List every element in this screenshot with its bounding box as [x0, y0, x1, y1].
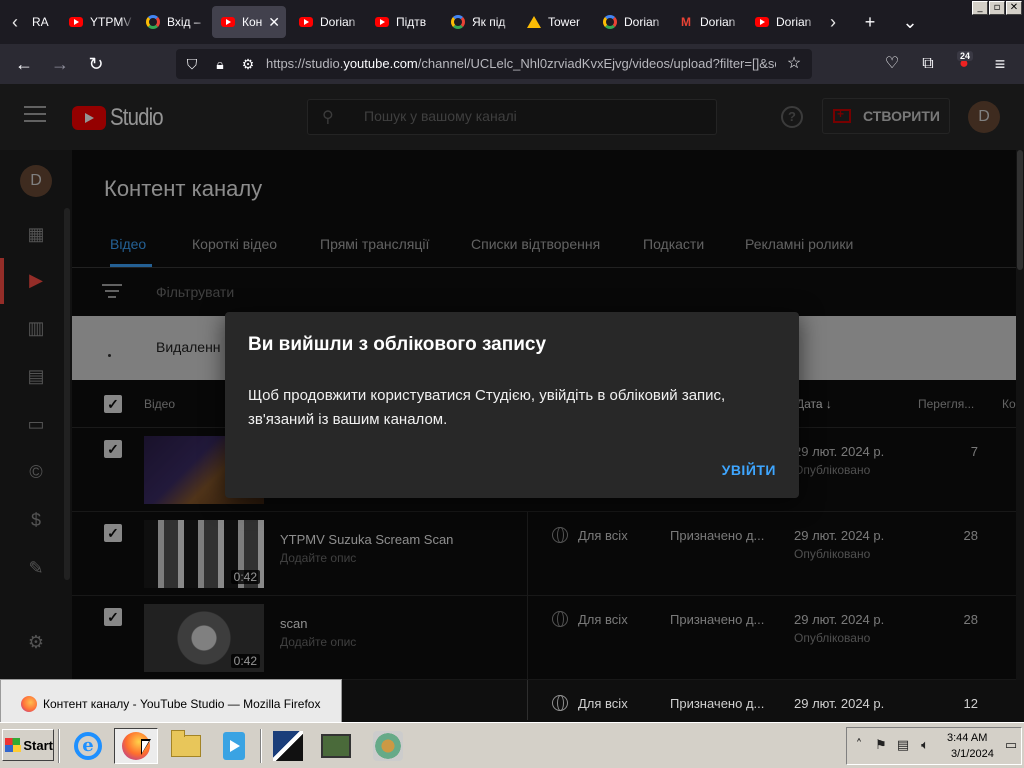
- browser-tab[interactable]: M Dorian: [670, 6, 742, 38]
- youtube-icon: [298, 14, 314, 30]
- url-text[interactable]: https://studio.youtube.com/channel/UCLel…: [266, 56, 776, 71]
- vegas-icon[interactable]: [266, 728, 310, 764]
- chevron-right-icon[interactable]: ›: [822, 8, 844, 36]
- browser-tab[interactable]: Dorian: [594, 6, 666, 38]
- window-controls: _ ▫ ✕: [972, 1, 1022, 15]
- extensions-icon[interactable]: ⧉: [914, 50, 942, 78]
- browser-tab-title: Dorian: [700, 15, 736, 29]
- lock-icon[interactable]: 🔒︎: [210, 54, 230, 74]
- clock-date[interactable]: 3/1/2024: [951, 748, 994, 760]
- back-arrow-icon[interactable]: ←: [10, 50, 38, 78]
- browser-tab-title: Підтв: [396, 15, 427, 29]
- taskbar: Start e ˄ ⚑ ▤ 🔈︎ 3:44 AM 3/1/2024 ▭: [0, 722, 1024, 768]
- browser-tab-title: Dorian: [320, 15, 356, 29]
- browser-tab[interactable]: Вхід –: [137, 6, 209, 38]
- firefox-icon: [21, 696, 37, 712]
- browser-tab-title: Вхід –: [167, 15, 201, 29]
- browser-tab-bar: ‹ RA YTPMV Вхід – Кон ✕ Dorian Підтв Як під Towe…: [0, 0, 1024, 44]
- mouse-cursor: [141, 739, 151, 755]
- internet-explorer-icon[interactable]: e: [66, 728, 110, 764]
- browser-tab-title: RA: [32, 15, 49, 29]
- media-player-icon[interactable]: [212, 728, 256, 764]
- volume-muted-icon[interactable]: 🔈︎: [917, 738, 933, 754]
- browser-nav-bar: ← → ↻ ⛉ 🔒︎ ⚙ https://studio.youtube.com/…: [0, 44, 1024, 84]
- clock-time[interactable]: 3:44 AM: [947, 732, 987, 744]
- taskbar-separator: [260, 729, 262, 763]
- video-visibility[interactable]: Для всіх: [578, 696, 628, 711]
- network-icon[interactable]: ▤: [895, 738, 911, 754]
- bookmark-star-icon[interactable]: ☆: [784, 54, 804, 74]
- gmail-icon: M: [681, 15, 691, 29]
- browser-tab[interactable]: Кон ✕: [212, 6, 286, 38]
- browser-tab-title: YTPMV: [90, 15, 132, 29]
- google-icon: [145, 14, 161, 30]
- youtube-icon: [68, 14, 84, 30]
- firefox-taskbar-icon[interactable]: [114, 728, 158, 764]
- browser-tab[interactable]: Підтв: [366, 6, 438, 38]
- shield-icon[interactable]: ⛉: [182, 54, 202, 74]
- youtube-icon: [374, 14, 390, 30]
- browser-tab-title: Dorian: [624, 15, 660, 29]
- minimize-button[interactable]: _: [972, 1, 988, 15]
- taskbar-window-tooltip[interactable]: Контент каналу - YouTube Studio — Mozill…: [0, 679, 342, 723]
- new-tab-icon[interactable]: +: [856, 8, 884, 36]
- google-icon: [602, 14, 618, 30]
- youtube-icon: [220, 14, 236, 30]
- browser-tab-title: Як під: [472, 15, 506, 29]
- sign-in-button[interactable]: УВІЙТИ: [722, 462, 776, 478]
- show-desktop-icon[interactable]: ▭: [1003, 738, 1019, 754]
- video-views: 12: [963, 696, 978, 711]
- google-drive-icon: [526, 14, 542, 30]
- start-label: Start: [23, 737, 53, 753]
- forward-arrow-icon[interactable]: →: [46, 50, 74, 78]
- pocket-icon[interactable]: ♡: [878, 50, 906, 78]
- youtube-icon: [754, 14, 770, 30]
- menu-icon[interactable]: ≡: [986, 50, 1014, 78]
- browser-tab[interactable]: Dorian: [290, 6, 362, 38]
- file-explorer-icon[interactable]: [164, 728, 208, 764]
- browser-tab[interactable]: Як під: [442, 6, 514, 38]
- signed-out-dialog: Ви вийшли з облікового запису Щоб продов…: [225, 312, 799, 498]
- list-all-tabs-icon[interactable]: ⌄: [896, 8, 924, 36]
- browser-tab[interactable]: RA: [24, 6, 60, 38]
- browser-tab[interactable]: Tower: [518, 6, 590, 38]
- browser-tab[interactable]: Dorian: [746, 6, 818, 38]
- close-tab-icon[interactable]: ✕: [268, 14, 280, 31]
- chevron-left-icon[interactable]: ‹: [4, 8, 26, 36]
- start-button[interactable]: Start: [2, 729, 54, 761]
- dialog-title: Ви вийшли з облікового запису: [248, 334, 547, 355]
- dialog-body: Щоб продовжити користуватися Студією, ув…: [248, 387, 726, 428]
- extension-badge: 24: [957, 51, 974, 61]
- browser-tab[interactable]: YTPMV: [60, 6, 134, 38]
- action-center-flag-icon[interactable]: ⚑: [873, 738, 889, 754]
- google-icon: [450, 14, 466, 30]
- url-bar[interactable]: ⛉ 🔒︎ ⚙ https://studio.youtube.com/channe…: [176, 49, 812, 79]
- browser-tab-title: Dorian: [776, 15, 812, 29]
- globe-icon: [552, 695, 568, 711]
- close-window-button[interactable]: ✕: [1006, 1, 1022, 15]
- show-hidden-icons-icon[interactable]: ˄: [851, 738, 867, 754]
- tooltip-text: Контент каналу - YouTube Studio — Mozill…: [43, 697, 321, 711]
- tool-app-icon[interactable]: [366, 728, 410, 764]
- permissions-icon[interactable]: ⚙: [238, 54, 258, 74]
- windows-logo-icon: [5, 738, 22, 752]
- monitor-app-icon[interactable]: [314, 728, 358, 764]
- reload-icon[interactable]: ↻: [82, 50, 110, 78]
- video-restrictions: Призначено д...: [670, 696, 765, 711]
- taskbar-separator: [58, 729, 60, 763]
- video-date: 29 лют. 2024 р.: [794, 696, 885, 711]
- column-divider: [527, 680, 528, 720]
- browser-tab-title: Tower: [548, 15, 581, 29]
- system-tray: ˄ ⚑ ▤ 🔈︎ 3:44 AM 3/1/2024 ▭: [846, 727, 1022, 765]
- restore-button[interactable]: ▫: [989, 1, 1005, 15]
